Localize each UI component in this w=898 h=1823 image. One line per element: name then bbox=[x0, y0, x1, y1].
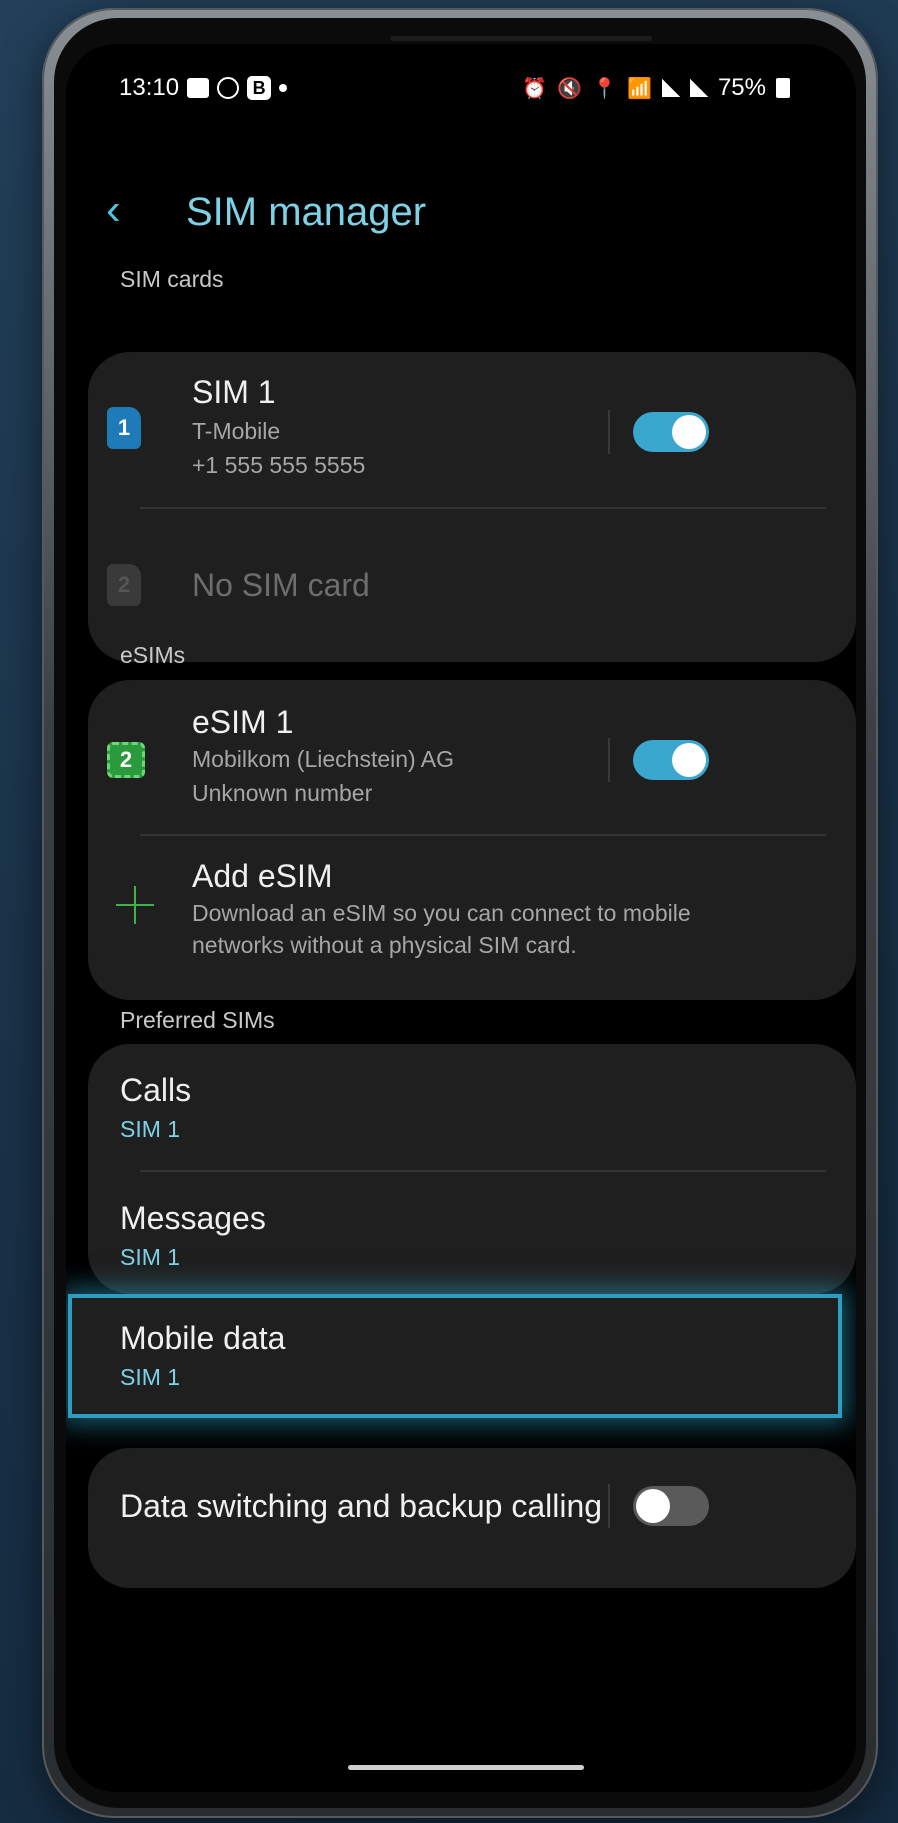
esim1-toggle[interactable] bbox=[633, 740, 709, 780]
status-left: 13:10 B bbox=[119, 74, 288, 102]
data-switching-separator bbox=[608, 1484, 610, 1528]
section-label-preferred-sims: Preferred SIMs bbox=[120, 1007, 275, 1033]
location-icon: 📍 bbox=[592, 77, 618, 100]
app-header: ‹ SIM manager bbox=[66, 182, 856, 242]
earpiece-speaker bbox=[390, 36, 652, 41]
mobile-data-title: Mobile data bbox=[120, 1320, 286, 1356]
esim1-carrier: Mobilkom (Liechstein) AG bbox=[192, 746, 455, 772]
gallery-notification-icon bbox=[187, 78, 210, 98]
data-switching-card: Data switching and backup calling bbox=[88, 1448, 856, 1588]
home-gesture-bar[interactable] bbox=[348, 1765, 584, 1770]
add-esim-row[interactable]: Add eSIM Download an eSIM so you can con… bbox=[88, 836, 856, 1000]
back-chevron-icon[interactable]: ‹ bbox=[106, 182, 146, 238]
data-switching-row[interactable]: Data switching and backup calling bbox=[88, 1448, 856, 1588]
esims-card: 2 eSIM 1 Mobilkom (Liechstein) AG Unknow… bbox=[88, 680, 856, 1000]
status-right: ⏰ 🔇 📍 📶 75% bbox=[522, 74, 790, 102]
toggle-knob bbox=[672, 415, 706, 449]
sim1-badge-icon: 1 bbox=[107, 407, 141, 449]
sim1-carrier: T-Mobile bbox=[192, 418, 281, 444]
data-switching-toggle[interactable] bbox=[633, 1486, 709, 1526]
mobile-data-value: SIM 1 bbox=[120, 1364, 181, 1390]
section-label-sim-cards: SIM cards bbox=[120, 266, 224, 292]
sim2-badge-icon: 2 bbox=[107, 564, 141, 606]
sim2-label: No SIM card bbox=[192, 567, 370, 603]
sim1-name: SIM 1 bbox=[192, 374, 276, 410]
add-esim-desc-line2: networks without a physical SIM card. bbox=[192, 932, 577, 958]
calls-row[interactable]: Calls SIM 1 bbox=[88, 1044, 856, 1168]
more-notifications-icon bbox=[279, 84, 288, 92]
status-bar: 13:10 B ⏰ 🔇 📍 📶 75% bbox=[66, 74, 856, 114]
status-time: 13:10 bbox=[119, 74, 180, 101]
sim1-row[interactable]: 1 SIM 1 T-Mobile +1 555 555 5555 bbox=[88, 352, 856, 507]
calls-title: Calls bbox=[120, 1072, 192, 1108]
add-esim-title: Add eSIM bbox=[192, 858, 333, 894]
sim-cards-card: 1 SIM 1 T-Mobile +1 555 555 5555 2 No SI… bbox=[88, 352, 856, 662]
sim1-toggle[interactable] bbox=[633, 412, 709, 452]
messages-title: Messages bbox=[120, 1200, 266, 1236]
page-title: SIM manager bbox=[186, 190, 427, 234]
messages-row[interactable]: Messages SIM 1 bbox=[88, 1172, 856, 1294]
sim1-number: +1 555 555 5555 bbox=[192, 452, 366, 478]
mobile-data-row[interactable]: Mobile data SIM 1 bbox=[68, 1294, 842, 1418]
esim1-badge-icon: 2 bbox=[107, 742, 145, 778]
toggle-knob bbox=[636, 1489, 670, 1523]
sim1-separator bbox=[608, 410, 610, 454]
esim1-separator bbox=[608, 738, 610, 782]
whatsapp-notification-icon bbox=[217, 77, 240, 99]
add-plus-icon bbox=[116, 886, 154, 924]
battery-percent: 75% bbox=[717, 74, 766, 101]
calls-value: SIM 1 bbox=[120, 1116, 181, 1142]
signal-strength-icon-1 bbox=[661, 79, 680, 97]
esim1-row[interactable]: 2 eSIM 1 Mobilkom (Liechstein) AG Unknow… bbox=[88, 680, 856, 834]
esim1-name: eSIM 1 bbox=[192, 704, 294, 740]
toggle-knob bbox=[672, 743, 706, 777]
phone-screen: 13:10 B ⏰ 🔇 📍 📶 75% ‹ SIM manager SIM ca… bbox=[66, 44, 856, 1792]
signal-strength-icon-2 bbox=[689, 79, 708, 97]
add-esim-desc-line1: Download an eSIM so you can connect to m… bbox=[192, 900, 691, 926]
preferred-sims-card: Calls SIM 1 Messages SIM 1 bbox=[88, 1044, 856, 1294]
esim1-number: Unknown number bbox=[192, 780, 373, 806]
wifi-icon: 📶 bbox=[627, 77, 652, 100]
data-switching-title: Data switching and backup calling bbox=[120, 1488, 603, 1524]
section-label-esims: eSIMs bbox=[120, 642, 186, 668]
battery-icon bbox=[776, 78, 790, 98]
mute-icon: 🔇 bbox=[557, 77, 583, 100]
messages-value: SIM 1 bbox=[120, 1244, 181, 1270]
b-app-notification-icon: B bbox=[247, 76, 272, 100]
sim2-row: 2 No SIM card bbox=[88, 509, 856, 662]
alarm-icon: ⏰ bbox=[522, 77, 548, 100]
